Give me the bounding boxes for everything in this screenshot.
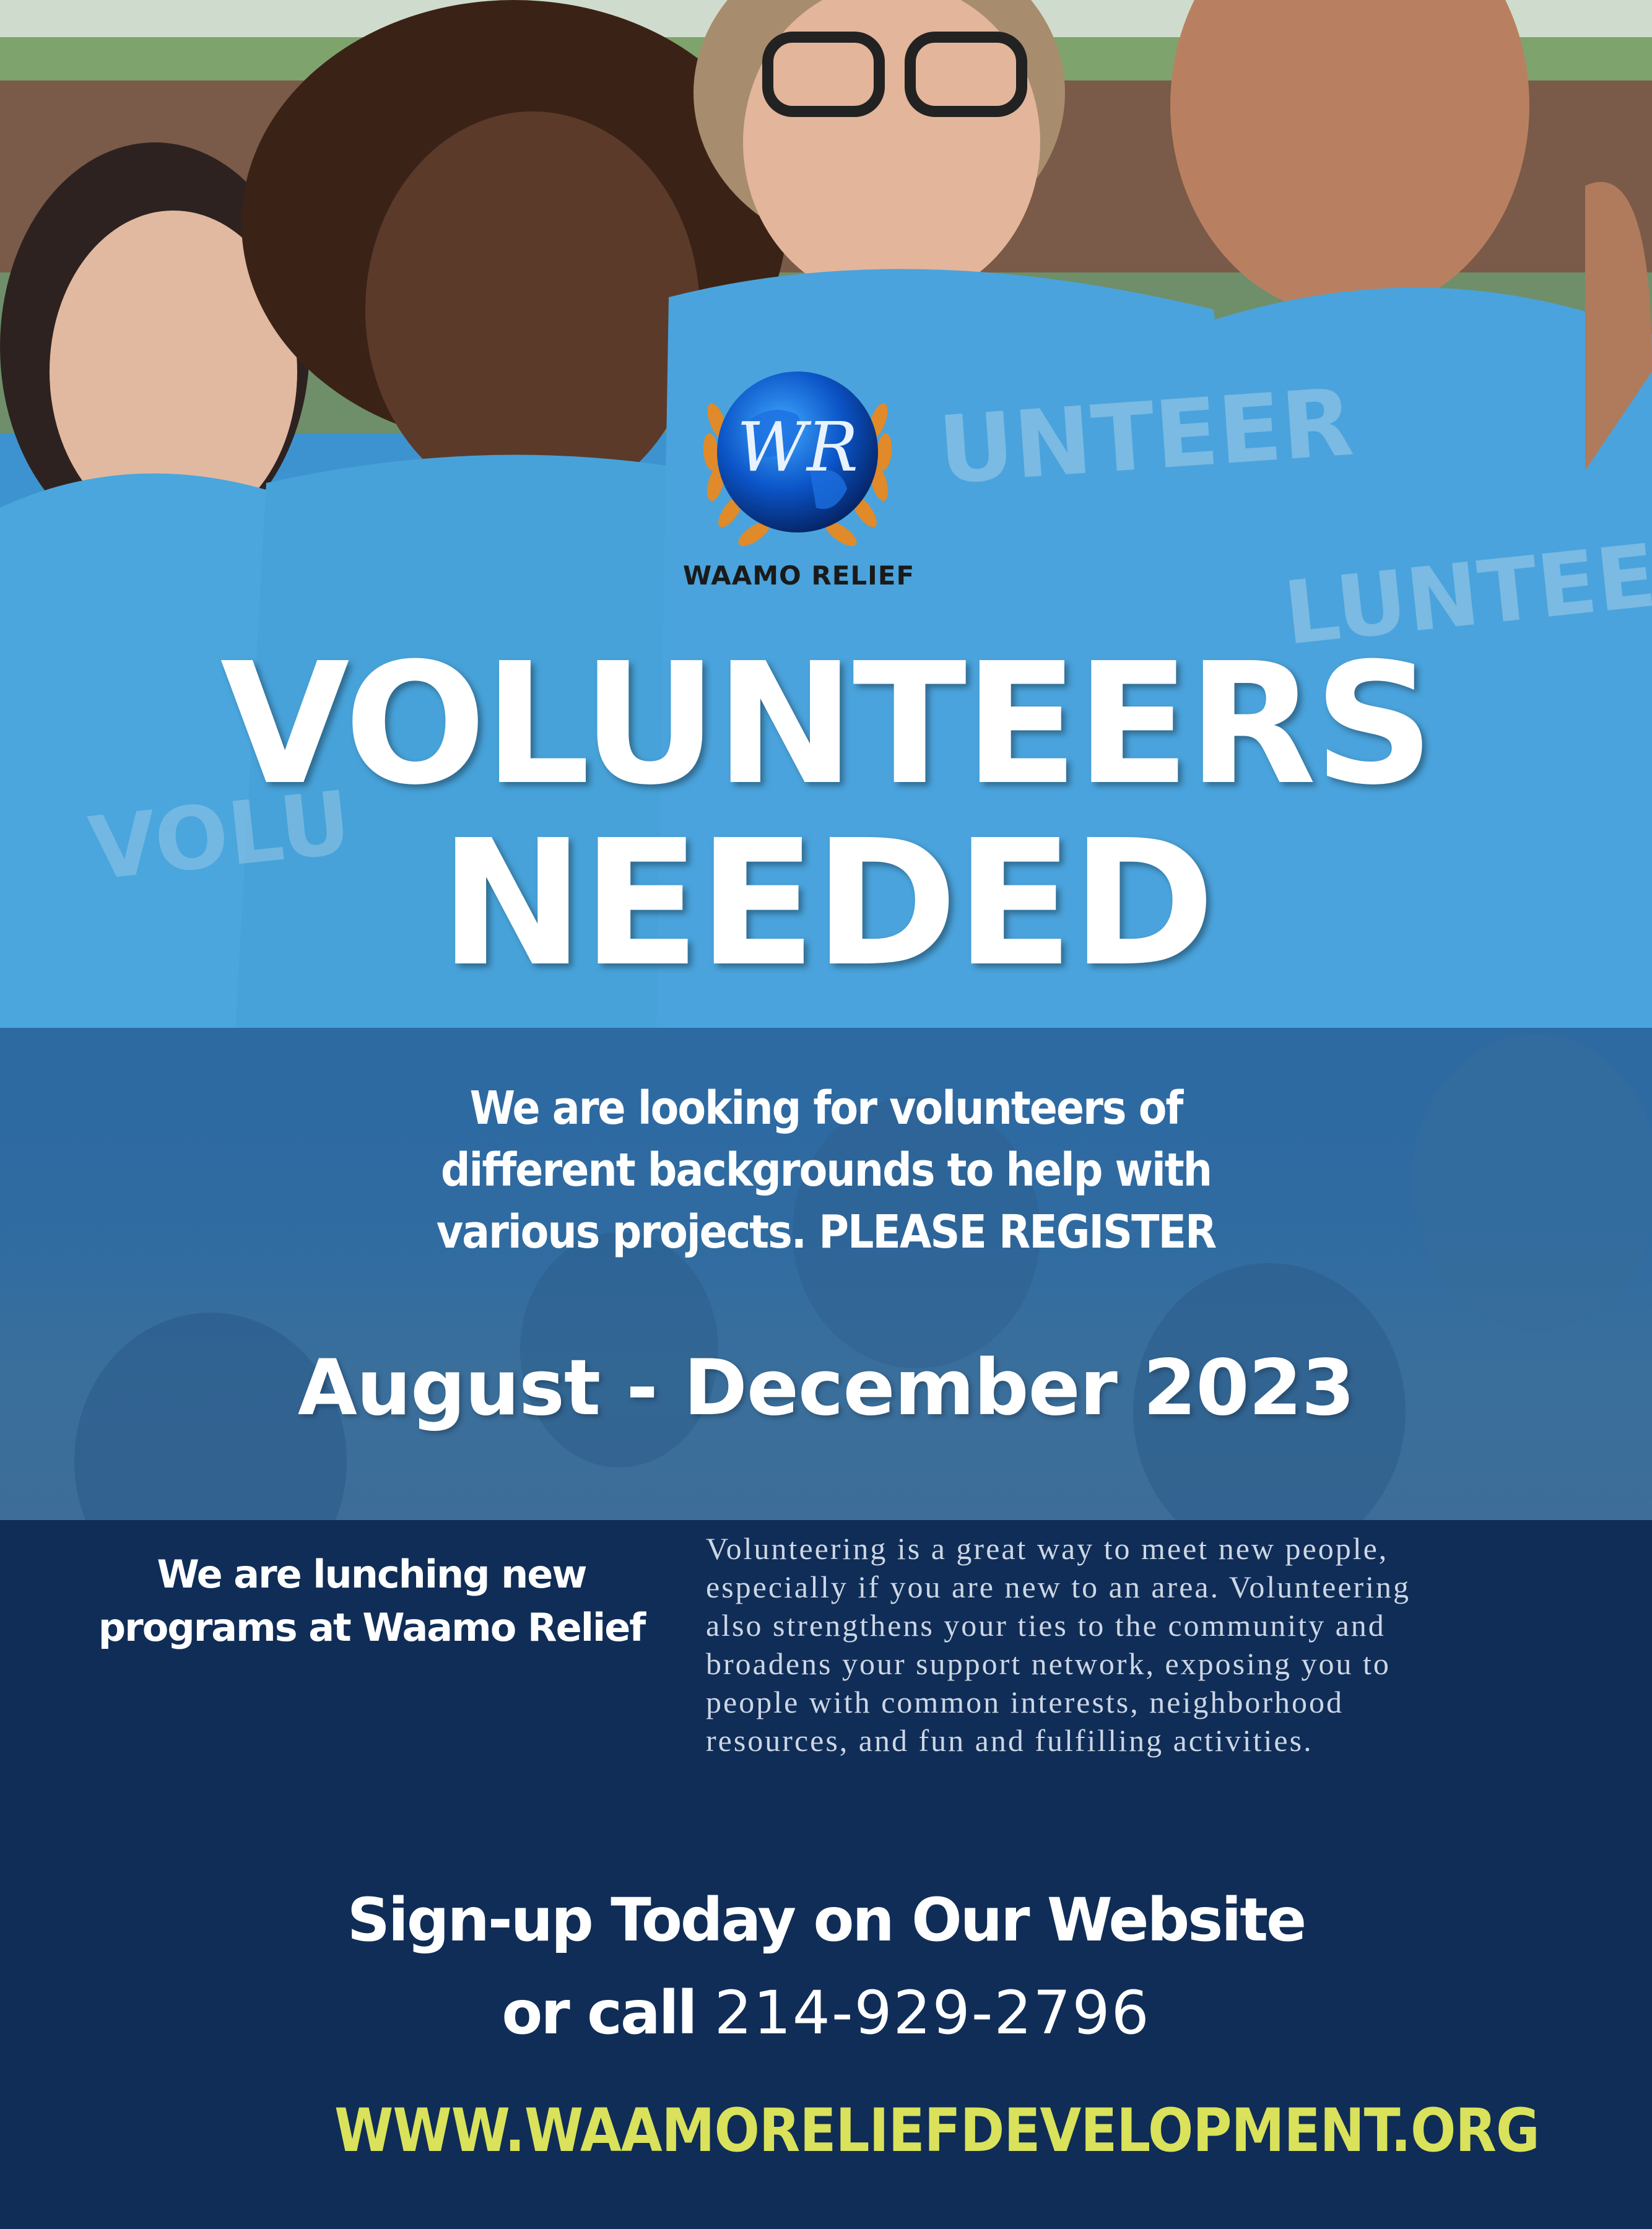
signup-call-to-action: Sign-up Today on Our Website <box>347 1885 1306 1955</box>
description-line: Volunteering is a great way to meet new … <box>706 1531 1389 1566</box>
description-line: people with common interests, neighborho… <box>706 1685 1344 1719</box>
flyer: UNTEER LUNTEER VOLU WR WAAMO RELIEF VOLU… <box>0 0 1652 2229</box>
intro-text: We are looking for volunteers of differe… <box>347 1077 1305 1263</box>
launch-line: We are lunching new <box>157 1552 587 1597</box>
phone-number[interactable]: 214-929-2796 <box>715 1978 1150 2048</box>
launch-announcement: We are lunching new programs at Waamo Re… <box>87 1548 656 1654</box>
intro-line: different backgrounds to help with <box>440 1144 1212 1197</box>
website-link[interactable]: WWW.WAAMORELIEFDEVELOPMENT.ORG <box>334 2096 1540 2165</box>
waamo-relief-logo: WR <box>703 372 892 546</box>
volunteering-description: Volunteering is a great way to meet new … <box>706 1529 1598 1760</box>
program-dates: August - December 2023 <box>297 1344 1355 1433</box>
intro-line: various projects. PLEASE REGISTER <box>436 1206 1217 1259</box>
headline-needed: NEEDED <box>439 803 1215 1005</box>
headline-volunteers: VOLUNTEERS <box>220 627 1435 822</box>
logo-name: WAAMO RELIEF <box>682 560 915 591</box>
intro-line: We are looking for volunteers of <box>469 1082 1184 1135</box>
description-line: resources, and fun and fulfilling activi… <box>706 1723 1313 1758</box>
call-label: or call <box>502 1978 697 2048</box>
logo-monogram: WR <box>737 407 858 487</box>
description-line: broadens your support network, exposing … <box>706 1646 1391 1681</box>
description-line: also strengthens your ties to the commun… <box>706 1608 1386 1643</box>
call-line: or call 214-929-2796 <box>0 1978 1652 2048</box>
launch-line: programs at Waamo Relief <box>98 1605 646 1650</box>
description-line: especially if you are new to an area. Vo… <box>706 1570 1411 1604</box>
